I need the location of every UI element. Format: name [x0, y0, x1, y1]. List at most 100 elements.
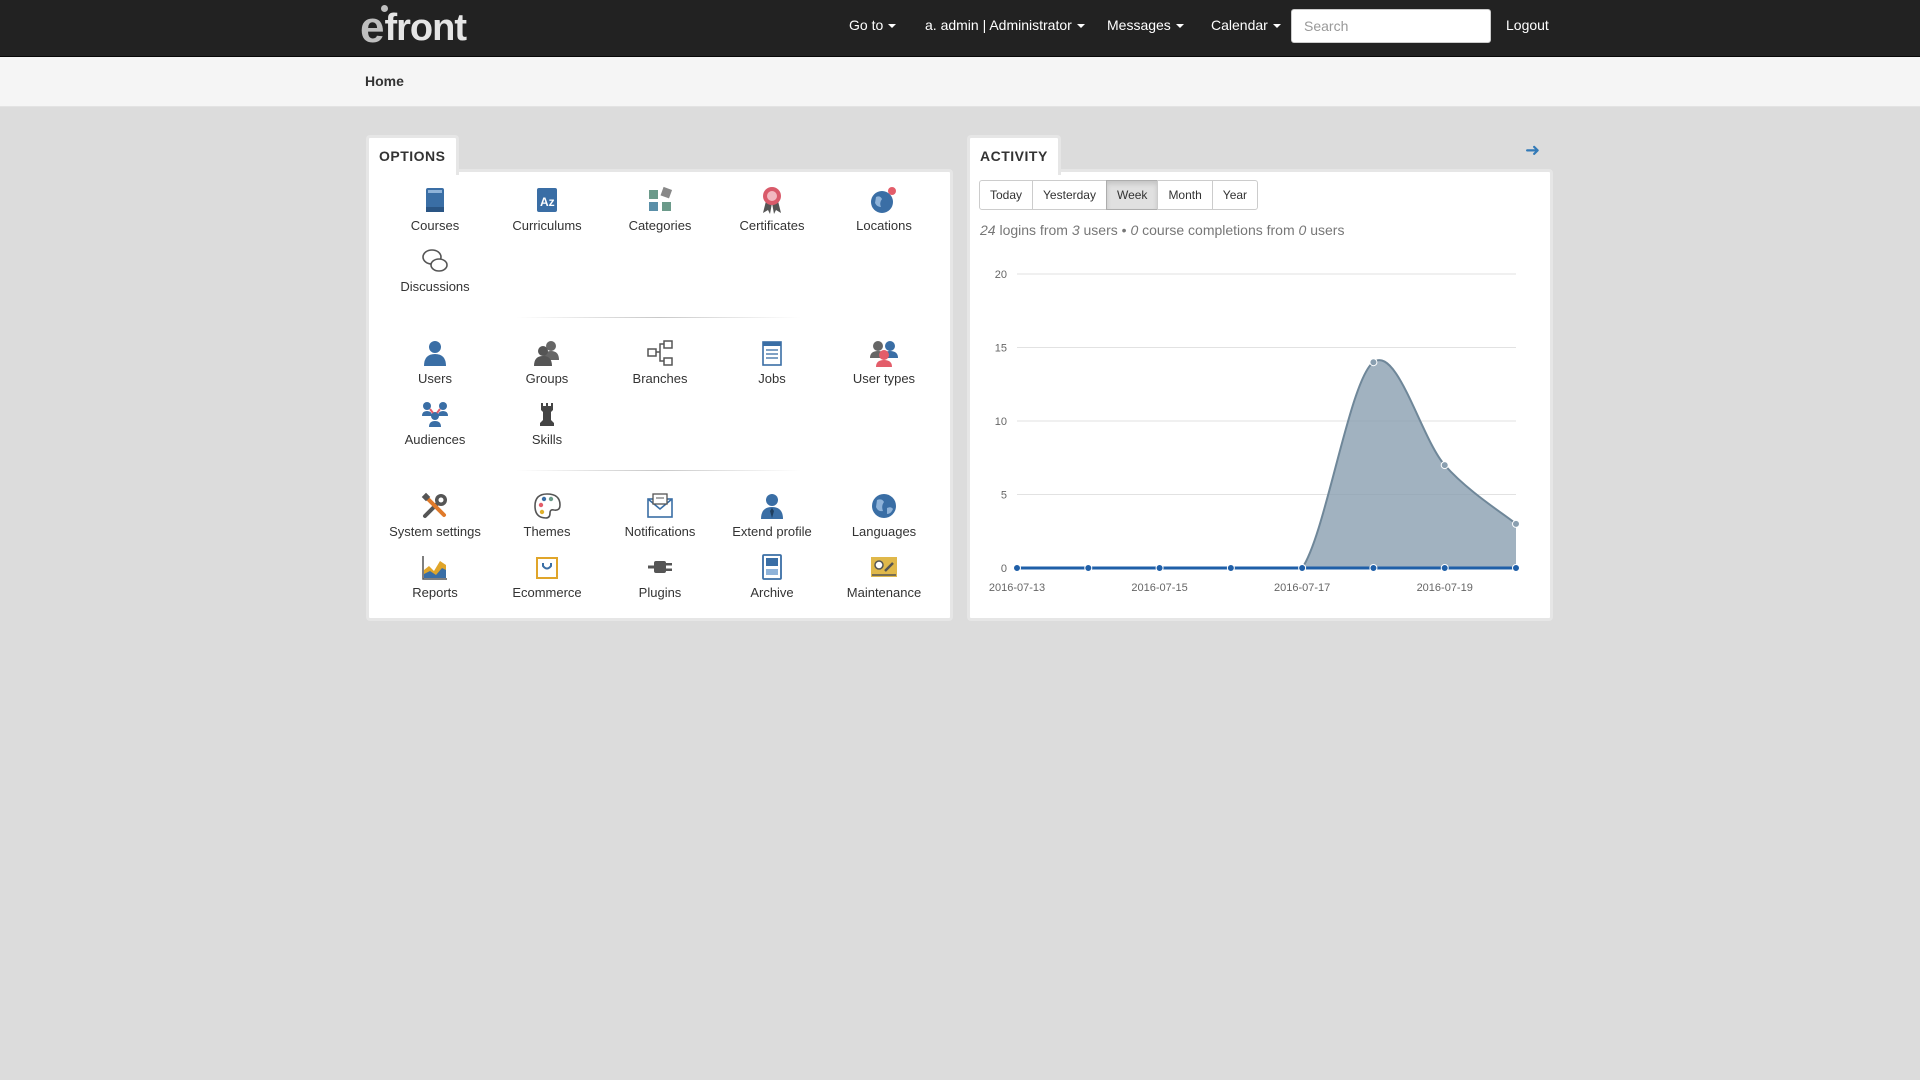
option-label: System settings — [389, 524, 481, 539]
arrow-right-icon[interactable]: ➜ — [1525, 140, 1540, 161]
yesterday-button[interactable]: Yesterday — [1032, 180, 1107, 210]
data-point — [1440, 461, 1449, 470]
option-categories[interactable]: Categories — [604, 185, 716, 237]
top-navbar: e front Go to a. admin | Administrator M… — [0, 0, 1920, 57]
efront-logo[interactable]: e front — [360, 3, 467, 52]
breadcrumb: Home — [0, 57, 1920, 107]
messages-menu[interactable]: Messages — [1107, 0, 1184, 50]
data-point — [1084, 564, 1093, 572]
option-certificates[interactable]: Certificates — [716, 185, 828, 237]
book-icon — [426, 188, 444, 212]
maintenance-icon — [871, 557, 897, 577]
option-courses[interactable]: Courses — [379, 185, 491, 237]
plug-icon — [648, 561, 672, 573]
group-icon — [534, 341, 559, 366]
breadcrumb-home[interactable]: Home — [365, 73, 404, 89]
search-input[interactable] — [1291, 9, 1491, 43]
option-archive[interactable]: Archive — [716, 552, 828, 604]
area-chart-icon — [422, 556, 447, 580]
y-tick-label: 5 — [1001, 490, 1007, 502]
option-user-types[interactable]: User types — [828, 338, 940, 390]
messages-label: Messages — [1107, 17, 1171, 33]
option-branches[interactable]: Branches — [604, 338, 716, 390]
chess-rook-icon — [540, 403, 554, 426]
option-label: Audiences — [404, 432, 466, 447]
option-languages[interactable]: Languages — [828, 491, 940, 543]
branches-icon — [647, 340, 673, 366]
tools-icon — [421, 492, 447, 518]
options-divider — [516, 470, 801, 471]
option-label: Themes — [523, 524, 571, 539]
year-button[interactable]: Year — [1211, 180, 1259, 210]
user-menu[interactable]: a. admin | Administrator — [925, 0, 1085, 50]
today-button[interactable]: Today — [979, 180, 1034, 210]
option-system-settings[interactable]: System settings — [379, 491, 491, 543]
option-notifications[interactable]: Notifications — [604, 491, 716, 543]
option-skills[interactable]: Skills — [491, 399, 603, 451]
option-discussions[interactable]: Discussions — [379, 246, 491, 298]
option-label: Jobs — [758, 371, 786, 386]
data-point — [1369, 358, 1378, 367]
option-label: Archive — [750, 585, 794, 600]
caret-down-icon — [888, 24, 897, 29]
option-audiences[interactable]: Audiences — [379, 399, 491, 451]
option-label: Maintenance — [846, 585, 922, 600]
option-locations[interactable]: Locations — [828, 185, 940, 237]
data-point — [1298, 564, 1307, 572]
option-curriculums[interactable]: Az Curriculums — [491, 185, 603, 237]
activity-chart: 0 5 10 15 20 2016-07-13 2016-07-15 2016-07-17 20… — [989, 269, 1520, 594]
month-button[interactable]: Month — [1157, 180, 1213, 210]
option-label: Plugins — [638, 585, 682, 600]
option-label: Discussions — [400, 279, 470, 294]
option-label: Branches — [632, 371, 688, 386]
option-themes[interactable]: Themes — [491, 491, 603, 543]
option-plugins[interactable]: Plugins — [604, 552, 716, 604]
calendar-menu[interactable]: Calendar — [1211, 0, 1281, 50]
option-label: Reports — [412, 585, 458, 600]
goto-label: Go to — [849, 17, 884, 33]
activity-tab: ACTIVITY — [967, 135, 1061, 175]
caret-down-icon — [1076, 24, 1085, 29]
summary-text: logins from — [995, 222, 1072, 238]
option-label: Languages — [851, 524, 917, 539]
x-tick-label: 2016-07-15 — [1131, 582, 1187, 594]
x-tick-label: 2016-07-17 — [1274, 582, 1330, 594]
option-users[interactable]: Users — [379, 338, 491, 390]
option-label: Courses — [410, 218, 460, 233]
option-extend-profile[interactable]: Extend profile — [716, 491, 828, 543]
logout-link[interactable]: Logout — [1506, 0, 1549, 50]
data-point — [1226, 564, 1235, 572]
option-reports[interactable]: Reports — [379, 552, 491, 604]
globe-pin-icon — [871, 187, 896, 213]
notepad-icon — [762, 341, 782, 366]
option-jobs[interactable]: Jobs — [716, 338, 828, 390]
y-tick-label: 0 — [1001, 563, 1007, 575]
option-groups[interactable]: Groups — [491, 338, 603, 390]
option-label: Curriculums — [512, 218, 582, 233]
data-point — [1013, 564, 1021, 572]
certificate-icon — [763, 187, 781, 214]
data-point — [1512, 519, 1520, 528]
summary-text: users • — [1079, 222, 1131, 238]
option-maintenance[interactable]: Maintenance — [828, 552, 940, 604]
data-point — [1440, 564, 1449, 572]
shopping-bag-icon — [536, 557, 558, 579]
audiences-icon — [422, 402, 448, 427]
caret-down-icon — [1175, 24, 1184, 29]
user-label: a. admin | Administrator — [925, 17, 1072, 33]
logo-text: front — [384, 6, 467, 49]
data-point — [1369, 564, 1378, 572]
data-point — [1512, 564, 1520, 572]
period-button-group: Today Yesterday Week Month Year — [979, 180, 1259, 210]
goto-menu[interactable]: Go to — [849, 0, 897, 50]
summary-text: course completions from — [1138, 222, 1299, 238]
option-label: Certificates — [739, 218, 805, 233]
az-book-icon: Az — [537, 188, 557, 212]
week-button[interactable]: Week — [1105, 180, 1159, 210]
globe-icon — [872, 494, 896, 518]
chat-bubbles-icon — [422, 249, 448, 272]
user-icon — [424, 341, 446, 366]
options-tab: OPTIONS — [366, 135, 459, 175]
option-ecommerce[interactable]: Ecommerce — [491, 552, 603, 604]
logins-count: 24 — [980, 222, 996, 238]
